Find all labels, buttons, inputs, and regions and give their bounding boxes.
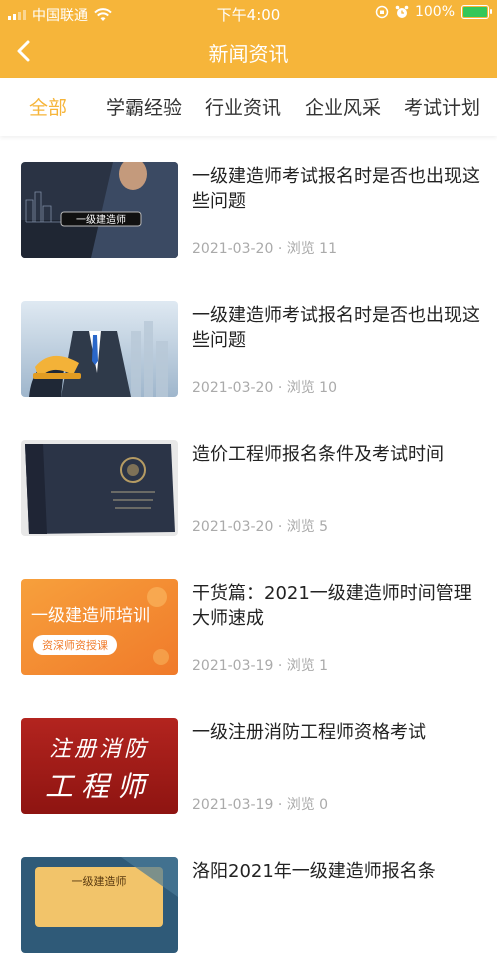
battery-fill: [463, 7, 487, 17]
article-views: 浏览 5: [286, 519, 329, 535]
article-meta: 2021-03-20 · 浏览 5: [192, 516, 328, 536]
thumbnail-caption: 一级建造师培训: [31, 606, 150, 626]
meta-separator: ·: [277, 658, 283, 674]
article-item[interactable]: 一级建造师考试报名时是否也出现这些问题 2021-03-20 · 浏览 10: [0, 277, 497, 416]
article-meta: 2021-03-19 · 浏览 0: [192, 794, 328, 814]
tab-company-showcase[interactable]: 企业风采: [305, 93, 381, 120]
article-date: 2021-03-20: [192, 241, 274, 257]
article-item[interactable]: 注册消防 工程师 一级注册消防工程师资格考试 2021-03-19 · 浏览 0: [0, 694, 497, 833]
tab-industry-news[interactable]: 行业资讯: [205, 93, 281, 120]
article-item[interactable]: 造价工程师报名条件及考试时间 2021-03-20 · 浏览 5: [0, 416, 497, 555]
article-thumbnail[interactable]: 一级建造师: [21, 857, 178, 953]
article-date: 2021-03-19: [192, 797, 274, 813]
article-title[interactable]: 洛阳2021年一级建造师报名条: [192, 859, 436, 884]
meta-separator: ·: [277, 380, 283, 396]
article-title[interactable]: 一级建造师考试报名时是否也出现这些问题: [192, 164, 482, 214]
thumbnail-caption: 一级建造师: [76, 213, 126, 226]
article-item[interactable]: 一级建造师 一级建造师考试报名时是否也出现这些问题 2021-03-20 · 浏…: [0, 138, 497, 277]
article-item[interactable]: 一级建造师 洛阳2021年一级建造师报名条: [0, 833, 497, 972]
category-tabs: 全部 学霸经验 行业资讯 企业风采 考试计划: [0, 78, 497, 136]
article-thumbnail[interactable]: 注册消防 工程师: [21, 718, 178, 814]
nav-bar: 新闻资讯: [0, 26, 497, 76]
article-date: 2021-03-20: [192, 380, 274, 396]
article-date: 2021-03-20: [192, 519, 274, 535]
status-bar: 中国联通 下午4:00 100%: [0, 0, 497, 26]
article-meta: 2021-03-20 · 浏览 10: [192, 377, 337, 397]
article-title[interactable]: 造价工程师报名条件及考试时间: [192, 442, 482, 467]
article-views: 浏览 10: [286, 380, 337, 396]
article-thumbnail[interactable]: [21, 440, 178, 536]
article-item[interactable]: 一级建造师培训 资深师资授课 干货篇：2021一级建造师时间管理大师速成 202…: [0, 555, 497, 694]
article-views: 浏览 1: [286, 658, 329, 674]
article-title[interactable]: 干货篇：2021一级建造师时间管理大师速成: [192, 581, 482, 631]
app-header: 中国联通 下午4:00 100% 新闻资讯: [0, 0, 497, 78]
article-title[interactable]: 一级建造师考试报名时是否也出现这些问题: [192, 303, 482, 353]
article-thumbnail[interactable]: 一级建造师培训 资深师资授课: [21, 579, 178, 675]
article-thumbnail[interactable]: [21, 301, 178, 397]
tab-all[interactable]: 全部: [29, 93, 67, 120]
thumbnail-line1: 注册消防: [49, 737, 149, 762]
article-meta: 2021-03-20 · 浏览 11: [192, 238, 337, 258]
meta-separator: ·: [277, 519, 283, 535]
article-meta: 2021-03-19 · 浏览 1: [192, 655, 328, 675]
article-thumbnail[interactable]: 一级建造师: [21, 162, 178, 258]
thumbnail-badge: 资深师资授课: [42, 638, 108, 652]
orientation-lock-icon: [375, 5, 389, 19]
battery-icon: [461, 5, 492, 19]
article-date: 2021-03-19: [192, 658, 274, 674]
article-views: 浏览 11: [286, 241, 337, 257]
meta-separator: ·: [277, 241, 283, 257]
meta-separator: ·: [277, 797, 283, 813]
tab-study-experience[interactable]: 学霸经验: [106, 93, 182, 120]
page-title: 新闻资讯: [208, 42, 289, 66]
tab-exam-plan[interactable]: 考试计划: [404, 93, 480, 120]
article-title[interactable]: 一级注册消防工程师资格考试: [192, 720, 482, 745]
thumbnail-line2: 工程师: [45, 770, 153, 803]
thumbnail-caption: 一级建造师: [72, 874, 127, 888]
alarm-icon: [395, 5, 409, 18]
battery-percent: 100%: [414, 4, 455, 20]
article-views: 浏览 0: [286, 797, 329, 813]
